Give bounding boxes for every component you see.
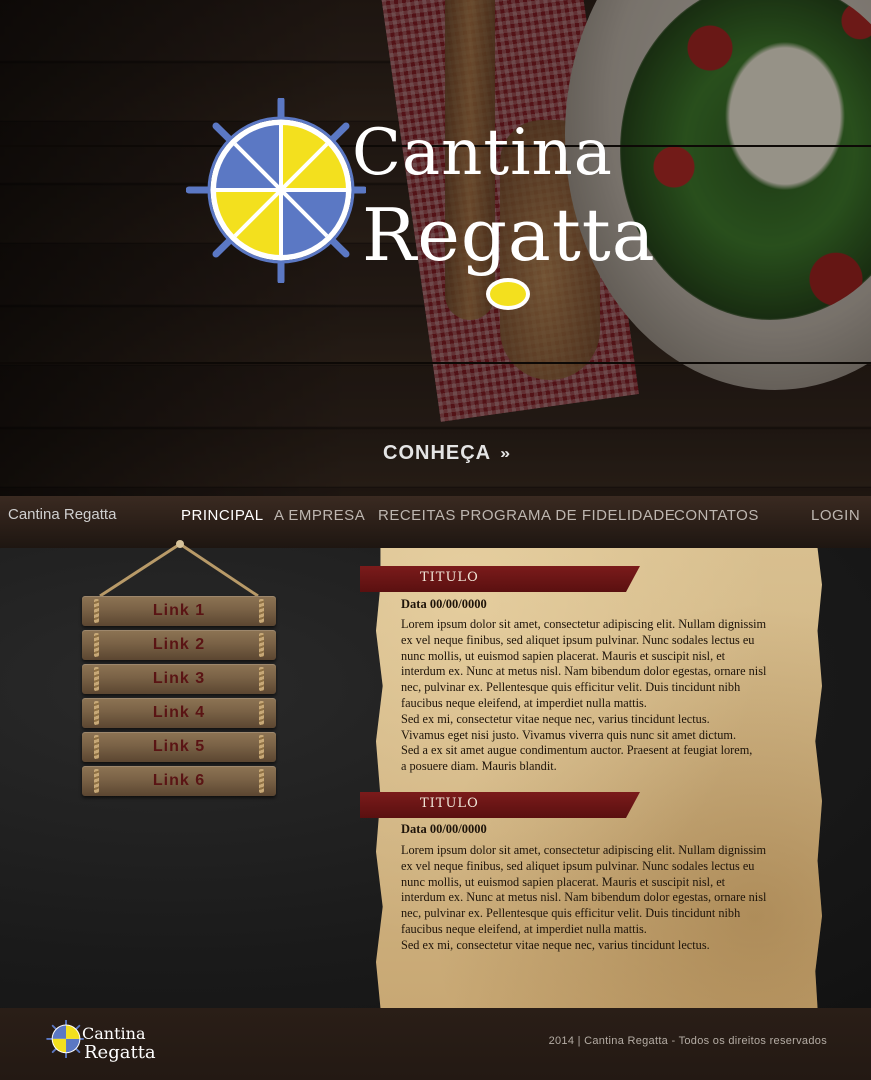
copyright-text: 2014 | Cantina Regatta - Todos os direit… bbox=[548, 1035, 827, 1047]
logo-text-regatta: Regatta bbox=[362, 193, 656, 277]
article-date: Data 00/00/0000 bbox=[401, 822, 487, 836]
conheca-label: CONHEÇA bbox=[383, 442, 492, 464]
site-logo[interactable]: Cantina Regatta bbox=[186, 98, 706, 313]
article-date: Data 00/00/0000 bbox=[401, 597, 487, 611]
nav-item-programa-de-fidelidade[interactable]: PROGRAMA DE FIDELIDADE bbox=[460, 507, 675, 524]
site-footer: Cantina Regatta 2014 | Cantina Regatta -… bbox=[0, 1008, 871, 1080]
login-link[interactable]: LOGIN bbox=[811, 507, 860, 524]
logo-yellow-dot bbox=[486, 278, 530, 310]
article-body: Lorem ipsum dolor sit amet, consectetur … bbox=[401, 843, 767, 952]
nav-item-a-empresa[interactable]: A EMPRESA bbox=[274, 507, 365, 524]
article-title-ribbon: TITULO bbox=[360, 792, 640, 818]
nav-item-principal[interactable]: PRINCIPAL bbox=[181, 507, 264, 524]
nav-item-receitas[interactable]: RECEITAS bbox=[378, 507, 456, 524]
sidebar-link-5[interactable]: Link 5 bbox=[82, 732, 276, 762]
wooden-sign-menu: Link 1 Link 2 Link 3 Link 4 Link 5 Link … bbox=[78, 540, 280, 808]
logo-text-cantina: Cantina bbox=[352, 116, 613, 190]
article-body: Lorem ipsum dolor sit amet, consectetur … bbox=[401, 617, 767, 774]
hanging-rope bbox=[99, 540, 259, 598]
main-content: Link 1 Link 2 Link 3 Link 4 Link 5 Link … bbox=[0, 540, 871, 1008]
nav-item-contatos[interactable]: CONTATOS bbox=[674, 507, 759, 524]
sidebar-link-3[interactable]: Link 3 bbox=[82, 664, 276, 694]
hero-banner: Cantina Regatta CONHEÇA » bbox=[0, 0, 871, 496]
sidebar-link-4[interactable]: Link 4 bbox=[82, 698, 276, 728]
footer-logo-text-regatta: Regatta bbox=[84, 1042, 156, 1063]
sidebar-link-2[interactable]: Link 2 bbox=[82, 630, 276, 660]
ship-wheel-icon bbox=[186, 98, 366, 283]
nav-brand[interactable]: Cantina Regatta bbox=[8, 506, 116, 523]
conheca-button[interactable]: CONHEÇA » bbox=[383, 442, 510, 465]
footer-logo[interactable]: Cantina Regatta bbox=[46, 1020, 166, 1070]
article-title-ribbon: TITULO bbox=[360, 566, 640, 592]
footer-logo-text-cantina: Cantina bbox=[82, 1024, 146, 1043]
article-title: TITULO bbox=[420, 796, 479, 811]
sidebar-link-1[interactable]: Link 1 bbox=[82, 596, 276, 626]
double-chevron-down-icon: » bbox=[500, 445, 512, 462]
sidebar-link-6[interactable]: Link 6 bbox=[82, 766, 276, 796]
ship-wheel-icon bbox=[46, 1020, 84, 1058]
article-title: TITULO bbox=[420, 570, 479, 585]
